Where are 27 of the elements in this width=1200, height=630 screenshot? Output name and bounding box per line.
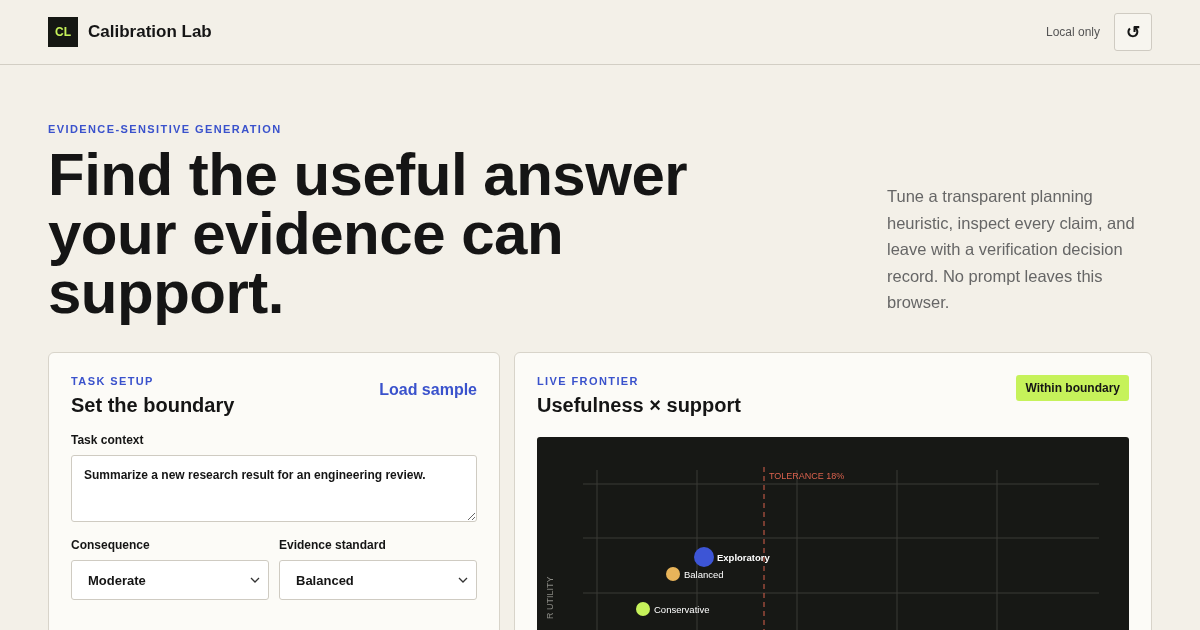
card-title: Set the boundary bbox=[71, 394, 235, 417]
load-sample-link[interactable]: Load sample bbox=[379, 381, 477, 399]
hero-description: Tune a transparent planning heuristic, inspect every claim, and leave with a verification decision record. No prompt leaves this browser. bbox=[887, 186, 1136, 313]
chevron-icon bbox=[458, 577, 468, 583]
section-label: TASK SETUP bbox=[71, 375, 155, 387]
app-title: Calibration Lab bbox=[88, 22, 212, 42]
eyebrow-label: EVIDENCE-SENSITIVE GENERATION bbox=[48, 123, 283, 135]
reset-button[interactable]: ↺ bbox=[1114, 13, 1152, 51]
field-label: Evidence standard bbox=[279, 538, 387, 552]
point-label: Balanced bbox=[684, 568, 724, 580]
data-point[interactable] bbox=[636, 602, 650, 616]
point-label: Exploratory bbox=[717, 551, 770, 563]
tolerance-label: TOLERANCE 18% bbox=[769, 471, 845, 481]
point-label: Conservative bbox=[654, 603, 710, 615]
card-title: Usefulness × support bbox=[537, 394, 741, 417]
field-label: Consequence bbox=[71, 538, 151, 552]
section-label: LIVE FRONTIER bbox=[537, 375, 640, 387]
logo: CL bbox=[48, 17, 78, 47]
field-label: Task context bbox=[71, 433, 145, 447]
dropdown[interactable]: Balanced bbox=[279, 560, 477, 600]
dropdown[interactable]: Moderate bbox=[71, 560, 269, 600]
status-text: Local only bbox=[1045, 25, 1100, 39]
axis-label: R UTILITY bbox=[545, 576, 555, 619]
data-point[interactable] bbox=[666, 567, 680, 581]
chevron-icon bbox=[250, 577, 260, 583]
task-context-field[interactable]: Summarize a new research result for an engineering review. bbox=[71, 455, 477, 522]
status-badge: Within boundary bbox=[1016, 375, 1129, 401]
